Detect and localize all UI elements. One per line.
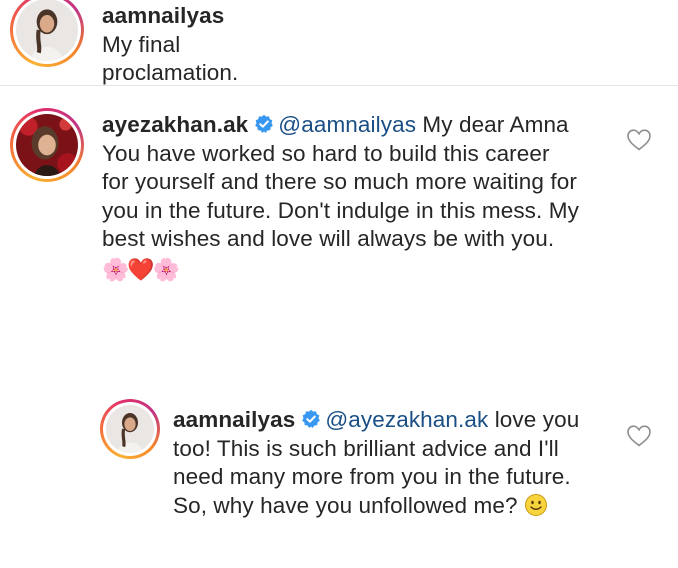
reply-text: love you bbox=[494, 407, 580, 432]
comment-line: best wishes and love will always be with… bbox=[102, 226, 555, 251]
comment-username[interactable]: aamnailyas bbox=[102, 3, 224, 28]
profile-photo-icon bbox=[16, 0, 78, 61]
profile-photo-icon bbox=[106, 405, 154, 453]
divider bbox=[0, 85, 678, 86]
comment-line: ayezakhan.ak @aamnailyas My dear Amna bbox=[102, 111, 632, 140]
avatar-aamnailyas-1[interactable] bbox=[10, 0, 84, 67]
comment-text: My dear Amna bbox=[422, 112, 569, 137]
reply-line: too! This is such brilliant advice and I… bbox=[173, 435, 559, 461]
avatar-aamnailyas-2[interactable] bbox=[100, 399, 160, 459]
reply-line: need many more from you in the future. bbox=[173, 464, 571, 489]
mention-link[interactable]: @aamnailyas bbox=[278, 112, 416, 137]
profile-photo bbox=[106, 405, 154, 453]
profile-photo bbox=[16, 0, 78, 61]
comment-line: You have worked so hard to build this ca… bbox=[102, 140, 550, 166]
comment-line: for yourself and there so much more wait… bbox=[102, 169, 577, 194]
smiley-emoji-icon bbox=[524, 493, 547, 516]
reply-line: So, why have you unfollowed me? bbox=[173, 492, 613, 521]
heart-outline-icon[interactable] bbox=[626, 128, 652, 152]
mention-link[interactable]: @ayezakhan.ak bbox=[325, 407, 488, 432]
comment-username[interactable]: ayezakhan.ak bbox=[102, 112, 248, 137]
comment-line: you in the future. Don't indulge in this… bbox=[102, 197, 579, 223]
reply-username[interactable]: aamnailyas bbox=[173, 407, 295, 432]
comment-text: My final proclamation. bbox=[102, 31, 239, 86]
avatar-ayezakhan[interactable] bbox=[10, 108, 84, 182]
emoji-text: 🌸❤️🌸 bbox=[102, 257, 180, 283]
reply-text: So, why have you unfollowed me? bbox=[173, 492, 518, 518]
verified-badge-icon bbox=[302, 409, 321, 428]
heart-outline-icon[interactable] bbox=[626, 424, 652, 448]
verified-badge-icon bbox=[255, 114, 274, 133]
reply-line: aamnailyas @ayezakhan.ak love you bbox=[173, 406, 613, 435]
emoji-row: 🌸❤️🌸 bbox=[102, 256, 632, 282]
profile-photo bbox=[16, 114, 78, 176]
profile-photo-icon bbox=[16, 114, 78, 176]
